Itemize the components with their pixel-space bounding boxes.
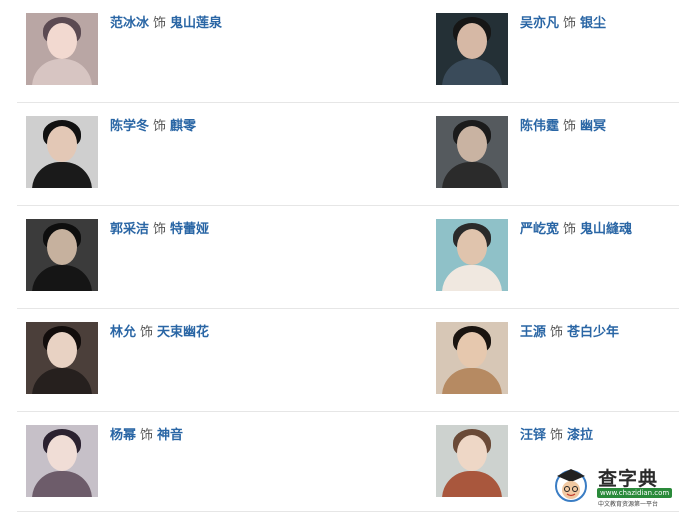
actor-photo[interactable] — [26, 219, 98, 291]
actor-name-link[interactable]: 郭采洁 — [110, 222, 149, 237]
cast-caption: 杨幂饰神音 — [110, 427, 183, 445]
as-separator: 饰 — [140, 428, 154, 443]
cast-card[interactable]: 郭采洁饰特蕾娅 — [26, 219, 406, 291]
cast-row: 林允饰天束幽花 王源饰苍白少年 — [17, 309, 679, 412]
role-name-link[interactable]: 鬼山縫魂 — [580, 222, 632, 237]
cast-card[interactable]: 林允饰天束幽花 — [26, 322, 406, 394]
actor-name-link[interactable]: 杨幂 — [110, 428, 136, 443]
cast-card[interactable]: 陈伟霆饰幽冥 — [436, 116, 676, 188]
role-name-link[interactable]: 银尘 — [580, 16, 606, 31]
cast-caption: 范冰冰饰鬼山莲泉 — [110, 15, 222, 33]
cast-row: 陈学冬饰麒零 陈伟霆饰幽冥 — [17, 103, 679, 206]
as-separator: 饰 — [563, 16, 577, 31]
cast-card[interactable]: 范冰冰饰鬼山莲泉 — [26, 13, 406, 85]
actor-photo[interactable] — [436, 425, 508, 497]
actor-photo[interactable] — [436, 116, 508, 188]
actor-name-link[interactable]: 陈伟霆 — [520, 119, 559, 134]
role-name-link[interactable]: 天束幽花 — [157, 325, 209, 340]
cast-caption: 王源饰苍白少年 — [520, 324, 619, 342]
cast-row: 郭采洁饰特蕾娅 严屹宽饰鬼山縫魂 — [17, 206, 679, 309]
cast-card[interactable]: 吴亦凡饰银尘 — [436, 13, 676, 85]
cast-caption: 吴亦凡饰银尘 — [520, 15, 606, 33]
as-separator: 饰 — [153, 222, 167, 237]
role-name-link[interactable]: 特蕾娅 — [170, 222, 209, 237]
cast-card[interactable]: 杨幂饰神音 — [26, 425, 406, 497]
as-separator: 饰 — [563, 222, 577, 237]
cast-card[interactable]: 陈学冬饰麒零 — [26, 116, 406, 188]
actor-name-link[interactable]: 王源 — [520, 325, 546, 340]
as-separator: 饰 — [550, 325, 564, 340]
scholar-mascot-icon — [555, 469, 587, 502]
as-separator: 饰 — [563, 119, 577, 134]
role-name-link[interactable]: 苍白少年 — [567, 325, 619, 340]
actor-photo[interactable] — [26, 322, 98, 394]
actor-name-link[interactable]: 严屹宽 — [520, 222, 559, 237]
actor-name-link[interactable]: 林允 — [110, 325, 136, 340]
as-separator: 饰 — [140, 325, 154, 340]
as-separator: 饰 — [153, 16, 167, 31]
cast-caption: 陈伟霆饰幽冥 — [520, 118, 606, 136]
cast-caption: 汪铎饰漆拉 — [520, 427, 593, 445]
cast-caption: 郭采洁饰特蕾娅 — [110, 221, 209, 239]
cast-card[interactable]: 王源饰苍白少年 — [436, 322, 676, 394]
cast-row: 范冰冰饰鬼山莲泉 吴亦凡饰银尘 — [17, 0, 679, 103]
watermark-url: www.chazidian.com — [597, 488, 673, 498]
actor-photo[interactable] — [26, 116, 98, 188]
actor-photo[interactable] — [26, 425, 98, 497]
role-name-link[interactable]: 鬼山莲泉 — [170, 16, 222, 31]
actor-name-link[interactable]: 陈学冬 — [110, 119, 149, 134]
as-separator: 饰 — [153, 119, 167, 134]
watermark-logo: 查字典 www.chazidian.com 中文教育资源第一平台 — [553, 462, 673, 508]
actor-name-link[interactable]: 范冰冰 — [110, 16, 149, 31]
actor-photo[interactable] — [436, 322, 508, 394]
role-name-link[interactable]: 麒零 — [170, 119, 196, 134]
watermark-slogan: 中文教育资源第一平台 — [598, 501, 659, 508]
actor-photo[interactable] — [436, 13, 508, 85]
actor-name-link[interactable]: 汪铎 — [520, 428, 546, 443]
role-name-link[interactable]: 神音 — [157, 428, 183, 443]
role-name-link[interactable]: 幽冥 — [580, 119, 606, 134]
actor-photo[interactable] — [436, 219, 508, 291]
watermark-title: 查字典 — [598, 468, 659, 490]
cast-caption: 严屹宽饰鬼山縫魂 — [520, 221, 632, 239]
cast-card[interactable]: 严屹宽饰鬼山縫魂 — [436, 219, 676, 291]
actor-photo[interactable] — [26, 13, 98, 85]
cast-caption: 陈学冬饰麒零 — [110, 118, 196, 136]
role-name-link[interactable]: 漆拉 — [567, 428, 593, 443]
cast-caption: 林允饰天束幽花 — [110, 324, 209, 342]
as-separator: 饰 — [550, 428, 564, 443]
actor-name-link[interactable]: 吴亦凡 — [520, 16, 559, 31]
